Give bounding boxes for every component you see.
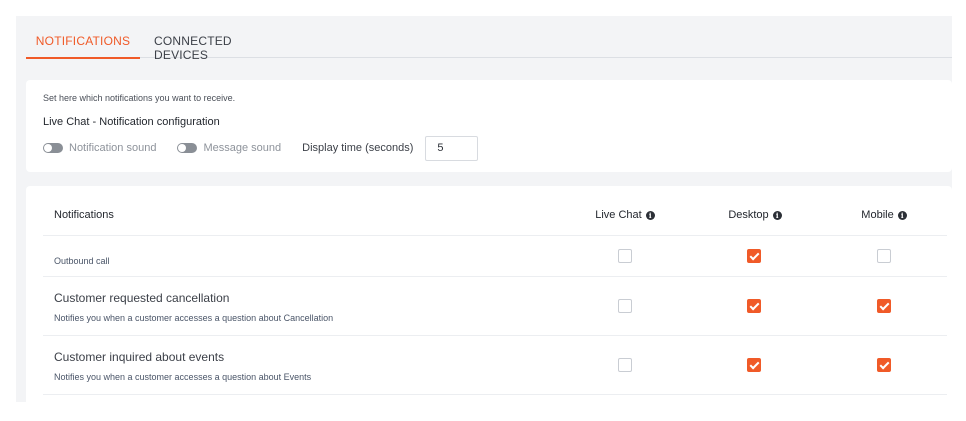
- live-chat-checkbox[interactable]: [618, 358, 632, 372]
- header-mobile: Mobile i: [824, 209, 944, 221]
- header-live-chat-label: Live Chat: [595, 209, 642, 221]
- desktop-checkbox[interactable]: [747, 249, 761, 263]
- notification-sound-label: Notification sound: [69, 142, 157, 154]
- table-row: Outbound call: [43, 236, 947, 277]
- message-sound-label: Message sound: [203, 142, 282, 154]
- live-chat-checkbox[interactable]: [618, 299, 632, 313]
- notification-config-card: Set here which notifications you want to…: [26, 80, 952, 172]
- tab-connected-devices[interactable]: CONNECTED DEVICES: [154, 16, 288, 62]
- tab-bar: NOTIFICATIONS CONNECTED DEVICES: [26, 16, 952, 62]
- info-circle-icon[interactable]: i: [897, 210, 907, 220]
- notifications-settings-panel: NOTIFICATIONS CONNECTED DEVICES Set here…: [16, 16, 952, 402]
- mobile-checkbox[interactable]: [877, 299, 891, 313]
- live-chat-checkbox[interactable]: [618, 249, 632, 263]
- table-row: Customer inquired about events Notifies …: [43, 336, 947, 395]
- row-title: Outbound call: [54, 256, 110, 266]
- notification-sound-toggle[interactable]: Notification sound: [43, 142, 156, 154]
- config-controls: Notification sound Message sound Display…: [43, 135, 479, 161]
- row-description: Notifies you when a customer accesses a …: [54, 372, 312, 382]
- message-sound-toggle[interactable]: Message sound: [177, 142, 281, 154]
- toggle-switch-icon[interactable]: [177, 143, 198, 153]
- header-desktop-label: Desktop: [728, 209, 769, 221]
- live-chat-config-title: Live Chat - Notification configuration: [43, 116, 220, 128]
- row-title: Customer requested cancellation: [54, 291, 230, 305]
- header-notifications: Notifications: [54, 209, 114, 221]
- mobile-checkbox[interactable]: [877, 249, 891, 263]
- header-desktop: Desktop i: [695, 209, 815, 221]
- mobile-checkbox[interactable]: [877, 358, 891, 372]
- header-mobile-label: Mobile: [861, 209, 894, 221]
- info-circle-icon[interactable]: i: [645, 210, 655, 220]
- info-circle-icon[interactable]: i: [772, 210, 782, 220]
- display-time-label: Display time (seconds): [302, 142, 414, 154]
- desktop-checkbox[interactable]: [747, 299, 761, 313]
- table-header-row: Notifications Live Chat i Desktop i Mobi…: [43, 186, 947, 236]
- row-description: Notifies you when a customer accesses a …: [54, 313, 334, 323]
- table-row: Customer requested cancellation Notifies…: [43, 277, 947, 336]
- header-live-chat: Live Chat i: [565, 209, 685, 221]
- config-hint: Set here which notifications you want to…: [43, 93, 236, 103]
- toggle-switch-icon[interactable]: [43, 143, 63, 153]
- display-time-input[interactable]: [425, 135, 479, 161]
- tab-notifications[interactable]: NOTIFICATIONS: [26, 16, 140, 59]
- desktop-checkbox[interactable]: [747, 358, 761, 372]
- notifications-table: Notifications Live Chat i Desktop i Mobi…: [26, 186, 952, 402]
- row-title: Customer inquired about events: [54, 350, 225, 364]
